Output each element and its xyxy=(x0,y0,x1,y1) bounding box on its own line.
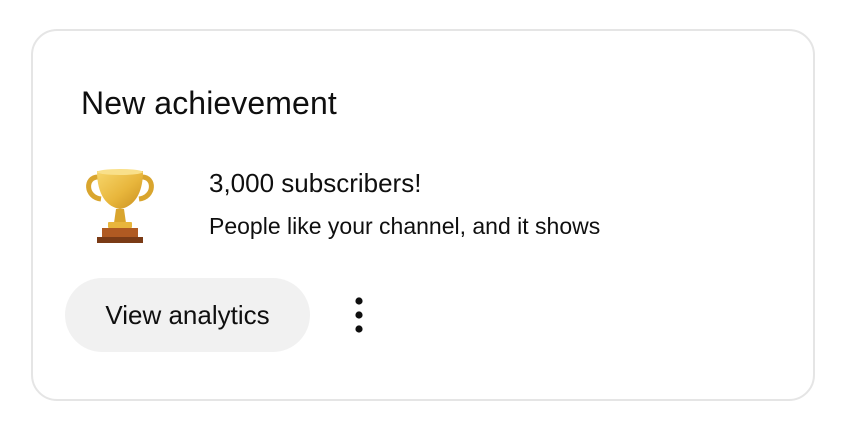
trophy-icon xyxy=(83,165,157,245)
card-title: New achievement xyxy=(81,85,337,121)
view-analytics-button[interactable]: View analytics xyxy=(65,278,310,352)
more-vertical-icon xyxy=(335,289,383,341)
achievement-description: People like your channel, and it shows xyxy=(209,213,601,239)
more-options-button[interactable] xyxy=(335,289,383,341)
achievement-heading: 3,000 subscribers! xyxy=(209,168,422,198)
achievement-card: New achievement 3,000 subscribers! Peopl… xyxy=(31,29,815,401)
